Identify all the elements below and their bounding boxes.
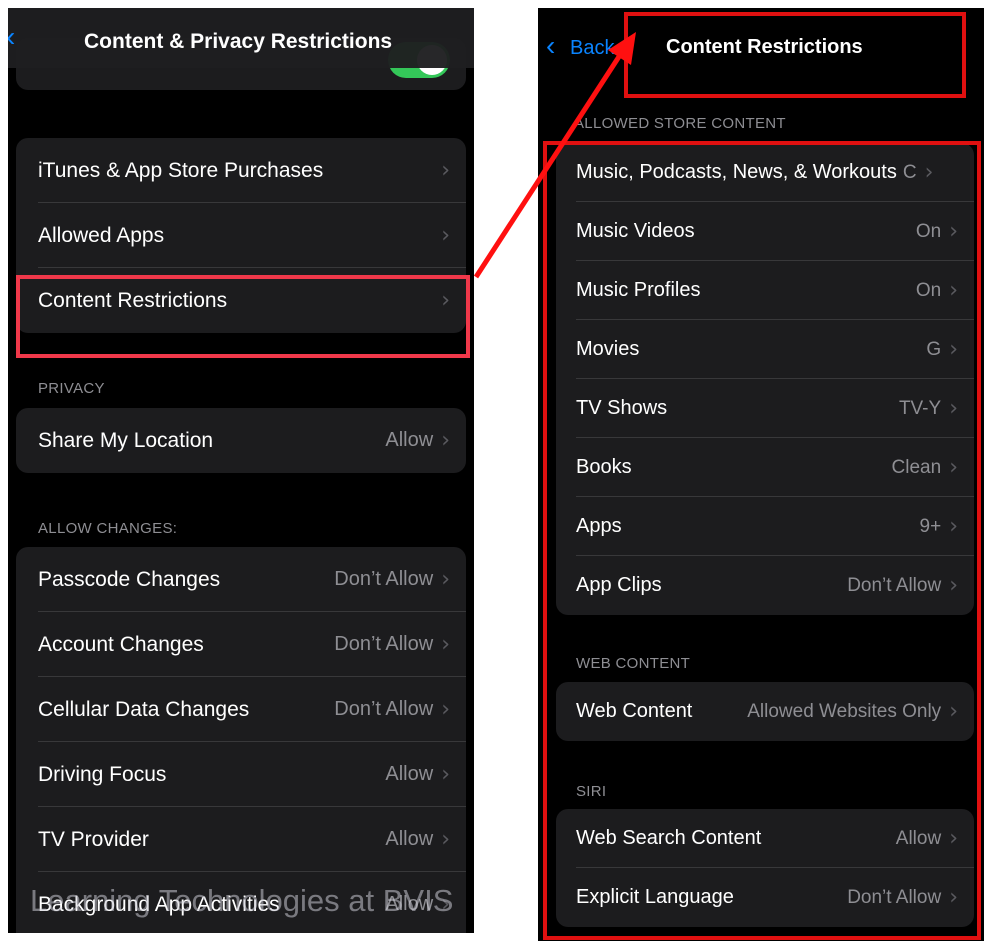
store-content-header: ALLOWED STORE CONTENT <box>574 115 786 132</box>
watermark-text: Learning Technologies at BVIS <box>30 883 454 918</box>
row-value: Don’t Allow <box>334 698 434 720</box>
chevron-right-icon: › <box>441 827 450 852</box>
chevron-right-icon: › <box>441 567 450 592</box>
back-button[interactable]: Back <box>570 37 614 60</box>
chevron-right-icon: › <box>441 697 450 722</box>
row-label: Share My Location <box>38 428 214 452</box>
highlight-content-restrictions <box>16 275 470 358</box>
row-label: Passcode Changes <box>38 567 221 591</box>
allow-changes-group: Passcode Changes Don’t Allow › Account C… <box>16 547 466 933</box>
row-label: Cellular Data Changes <box>38 697 250 721</box>
row-label: iTunes & App Store Purchases <box>38 158 324 182</box>
chevron-right-icon: › <box>441 223 450 248</box>
row-label: TV Provider <box>38 827 149 851</box>
itunes-purchases-row[interactable]: iTunes & App Store Purchases › <box>16 138 466 203</box>
row-value: Don’t Allow <box>334 568 434 590</box>
privacy-header: PRIVACY <box>38 380 105 397</box>
chevron-right-icon: › <box>441 762 450 787</box>
row-label: Driving Focus <box>38 762 167 786</box>
row-value: Allow <box>385 763 434 785</box>
chevron-right-icon: › <box>441 428 450 453</box>
tv-provider-row[interactable]: TV Provider Allow › <box>16 807 466 872</box>
navigation-bar: ‹ Content & Privacy Restrictions <box>8 8 474 68</box>
allow-changes-header: ALLOW CHANGES: <box>38 520 178 537</box>
allowed-apps-row[interactable]: Allowed Apps › <box>16 203 466 268</box>
privacy-group: Share My Location Allow › <box>16 408 466 473</box>
row-value: Allow <box>385 429 434 451</box>
left-screen: ‹ Content & Privacy Restrictions iTunes … <box>8 8 474 933</box>
highlight-title <box>624 12 966 98</box>
row-value: Allow <box>385 828 434 850</box>
driving-focus-row[interactable]: Driving Focus Allow › <box>16 742 466 807</box>
chevron-right-icon: › <box>441 158 450 183</box>
chevron-right-icon: › <box>441 632 450 657</box>
cellular-data-changes-row[interactable]: Cellular Data Changes Don’t Allow › <box>16 677 466 742</box>
back-chevron-icon[interactable]: ‹ <box>8 21 15 53</box>
row-label: Account Changes <box>38 632 204 656</box>
page-title: Content & Privacy Restrictions <box>84 30 393 53</box>
share-my-location-row[interactable]: Share My Location Allow › <box>16 408 466 473</box>
passcode-changes-row[interactable]: Passcode Changes Don’t Allow › <box>16 547 466 612</box>
back-chevron-icon[interactable]: ‹ <box>546 30 555 62</box>
highlight-settings-list <box>543 141 981 940</box>
account-changes-row[interactable]: Account Changes Don’t Allow › <box>16 612 466 677</box>
row-label: Allowed Apps <box>38 223 165 247</box>
row-value: Don’t Allow <box>334 633 434 655</box>
